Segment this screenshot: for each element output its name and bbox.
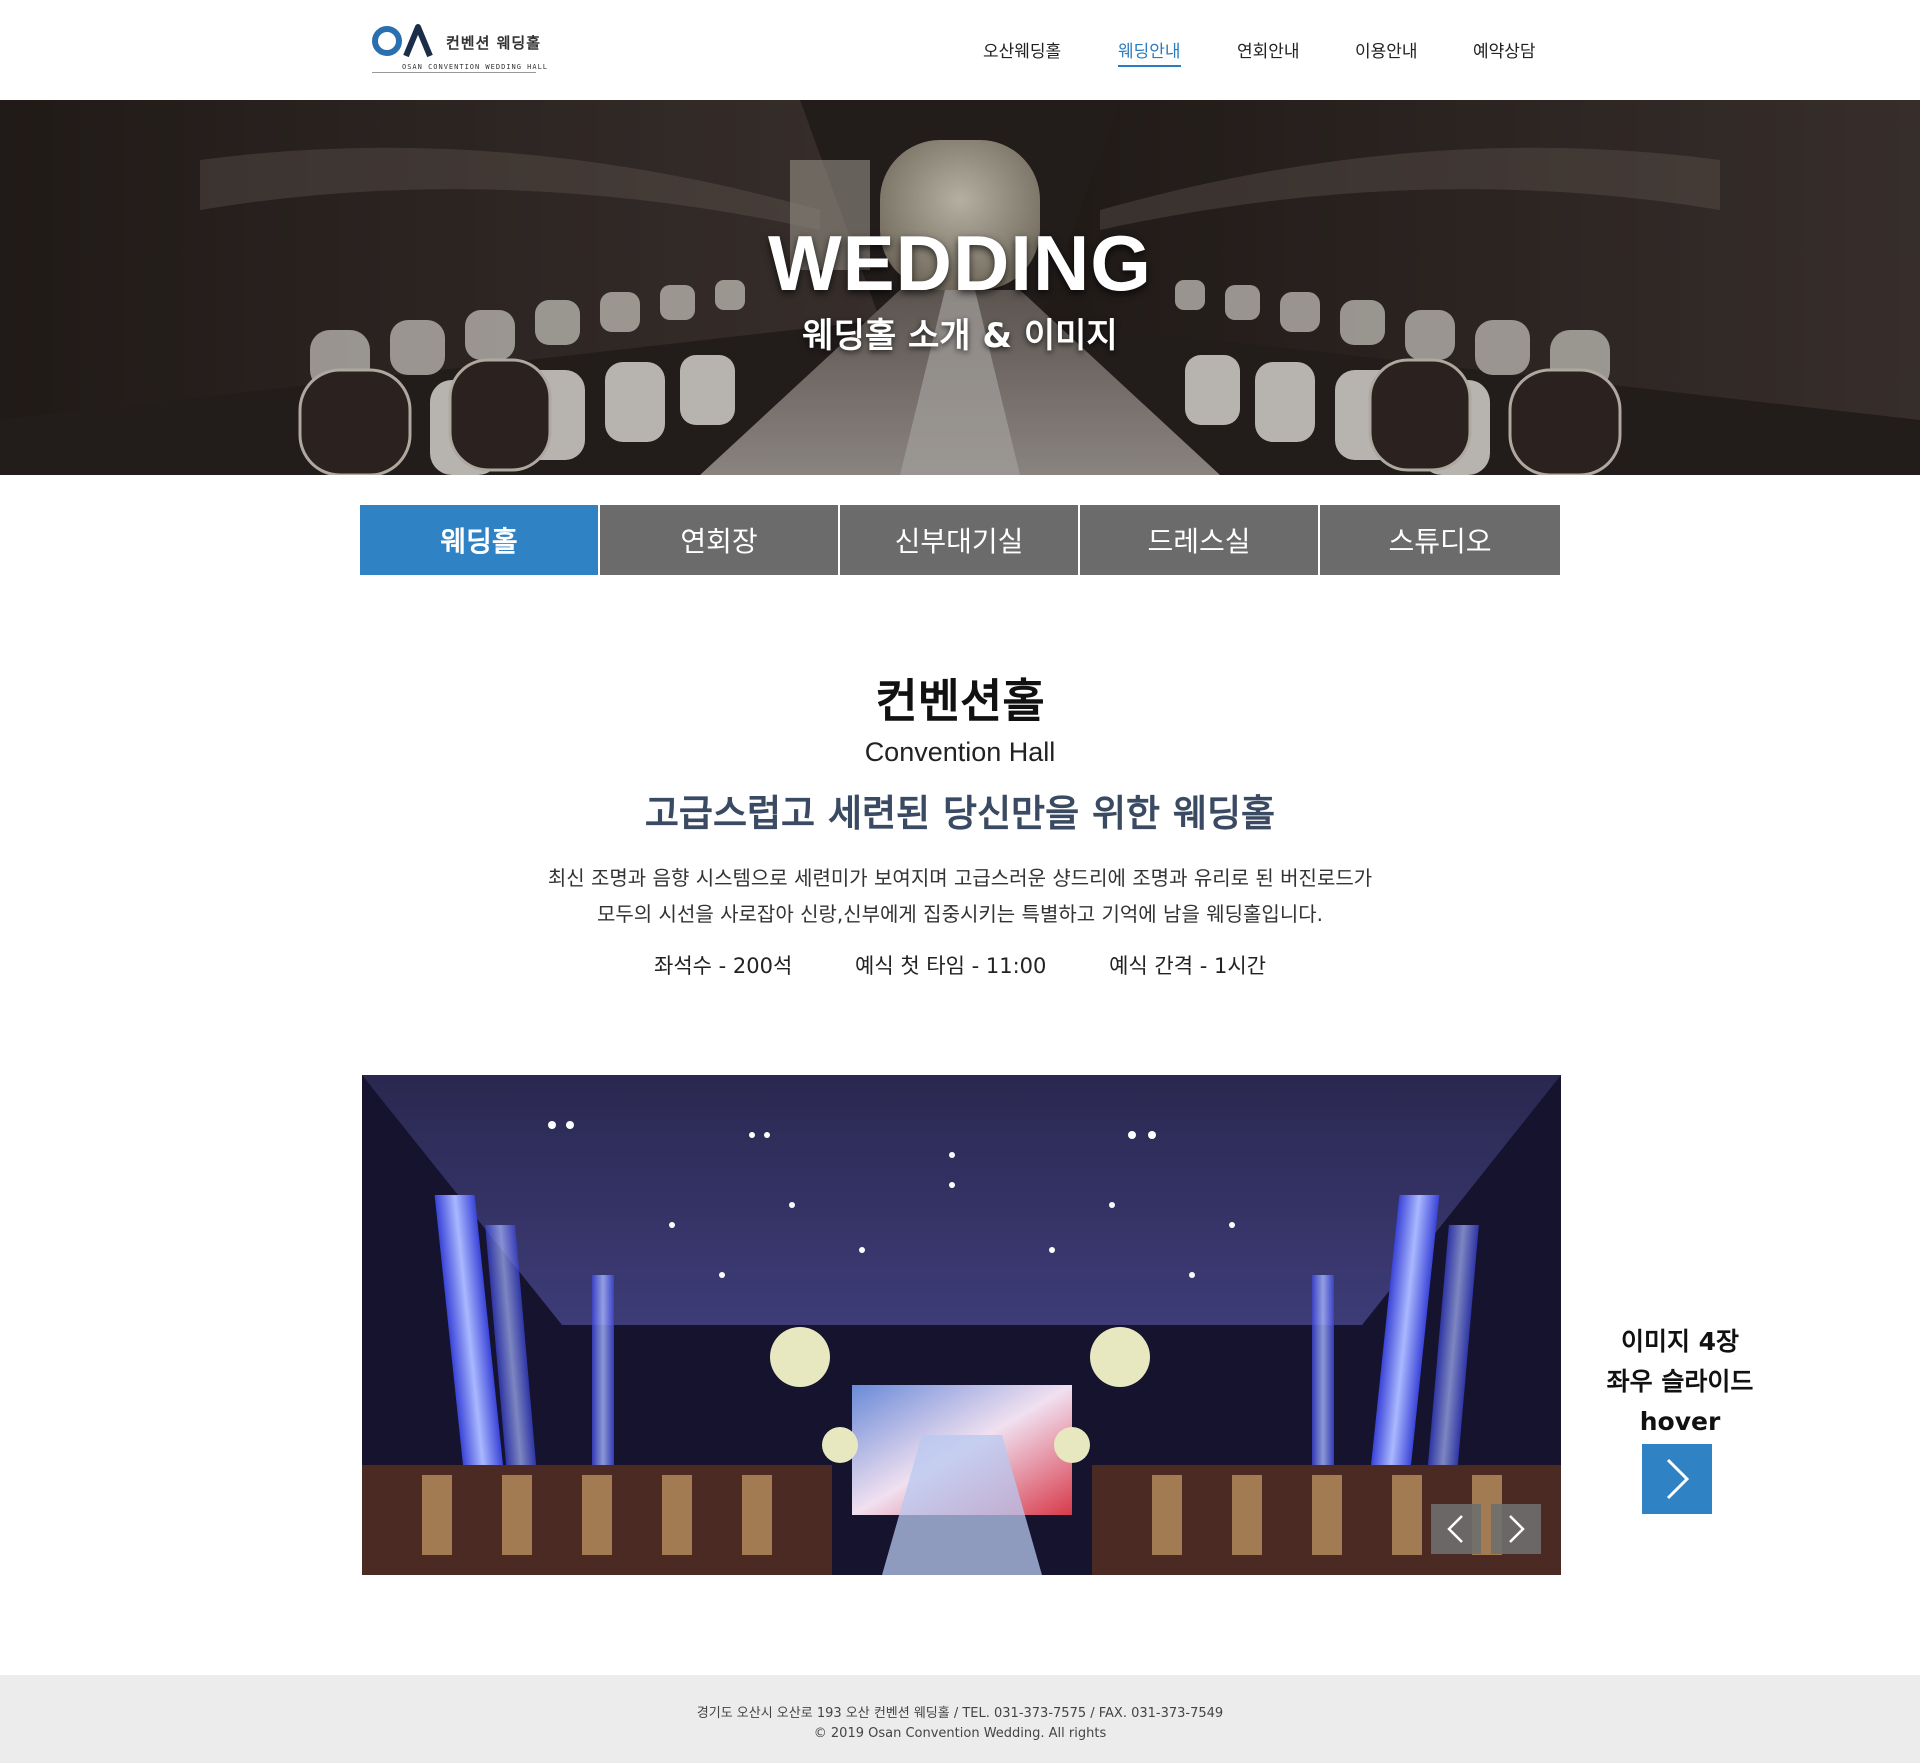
design-note-line-2: 좌우 슬라이드 (1606, 1367, 1754, 1396)
tab-wedding-hall[interactable]: 웨딩홀 (360, 505, 598, 575)
section-tabs: 웨딩홀 연회장 신부대기실 드레스실 스튜디오 (360, 505, 1560, 575)
tab-banquet-room[interactable]: 연회장 (600, 505, 838, 575)
hall-title-english: Convention Hall (864, 737, 1056, 767)
logo-english-text: OSAN CONVENTION WEDDING HALL (402, 63, 549, 71)
site-header: 컨벤션 웨딩홀 OSAN CONVENTION WEDDING HALL 오산웨… (0, 0, 1920, 100)
fact-interval: 예식 간격 - 1시간 (1109, 954, 1266, 978)
tab-bridal-room[interactable]: 신부대기실 (840, 505, 1078, 575)
footer-address: 경기도 오산시 오산로 193 오산 컨벤션 웨딩홀 / TEL. 031-37… (696, 1706, 1224, 1721)
hall-title: 컨벤션홀 (875, 674, 1045, 728)
nav-item-banquet-guide[interactable]: 연회안내 (1237, 37, 1300, 62)
tab-studio[interactable]: 스튜디오 (1320, 505, 1560, 575)
chevron-right-icon (1509, 1515, 1525, 1543)
hero-banner: WEDDING 웨딩홀 소개 & 이미지 (0, 100, 1920, 475)
chevron-right-icon (1666, 1458, 1690, 1500)
hall-description-line-1: 최신 조명과 음향 시스템으로 세련미가 보여지며 고급스러운 샹드리에 조명과… (547, 866, 1373, 890)
logo-divider (372, 72, 536, 73)
fact-first-time: 예식 첫 타임 - 11:00 (855, 954, 1047, 978)
slider-next-button[interactable] (1491, 1504, 1541, 1554)
nav-item-wedding-guide[interactable]: 웨딩안내 (1118, 37, 1181, 67)
hall-facts: 좌석수 - 200석 예식 첫 타임 - 11:00 예식 간격 - 1시간 (0, 950, 1920, 980)
hall-slide-image (362, 1075, 1561, 1575)
nav-item-wedding-guide-label: 웨딩안내 (1118, 42, 1181, 62)
hero-subtitle: 웨딩홀 소개 & 이미지 (802, 316, 1118, 356)
logo-mark-icon (372, 24, 433, 58)
hero-title: WEDDING (768, 219, 1152, 307)
nav-active-underline (1118, 65, 1181, 67)
chevron-left-icon (1447, 1515, 1463, 1543)
hover-state-next-button[interactable] (1642, 1444, 1712, 1514)
logo-korean-text: 컨벤션 웨딩홀 (446, 34, 542, 52)
tab-dress-room[interactable]: 드레스실 (1080, 505, 1318, 575)
nav-item-usage-guide[interactable]: 이용안내 (1355, 37, 1418, 62)
nav-item-reservation[interactable]: 예약상담 (1473, 37, 1536, 62)
nav-item-osan-wedding-hall[interactable]: 오산웨딩홀 (983, 37, 1061, 62)
design-note-line-3: hover (1639, 1407, 1721, 1436)
site-footer: 경기도 오산시 오산로 193 오산 컨벤션 웨딩홀 / TEL. 031-37… (0, 1675, 1920, 1763)
footer-copyright: © 2019 Osan Convention Wedding. All righ… (813, 1726, 1107, 1741)
design-note: 이미지 4장 좌우 슬라이드 hover (1580, 1322, 1780, 1442)
fact-seats: 좌석수 - 200석 (654, 954, 793, 978)
design-note-line-1: 이미지 4장 (1620, 1327, 1740, 1356)
hall-description: 최신 조명과 음향 시스템으로 세련미가 보여지며 고급스러운 샹드리에 조명과… (0, 860, 1920, 932)
hall-description-line-2: 모두의 시선을 사로잡아 신랑,신부에게 집중시키는 특별하고 기억에 남을 웨… (597, 902, 1323, 926)
slider-prev-button[interactable] (1431, 1504, 1481, 1554)
hall-tagline: 고급스럽고 세련된 당신만을 위한 웨딩홀 (644, 792, 1276, 835)
hall-image-slider[interactable] (362, 1075, 1561, 1575)
site-logo[interactable]: 컨벤션 웨딩홀 OSAN CONVENTION WEDDING HALL (372, 24, 547, 76)
